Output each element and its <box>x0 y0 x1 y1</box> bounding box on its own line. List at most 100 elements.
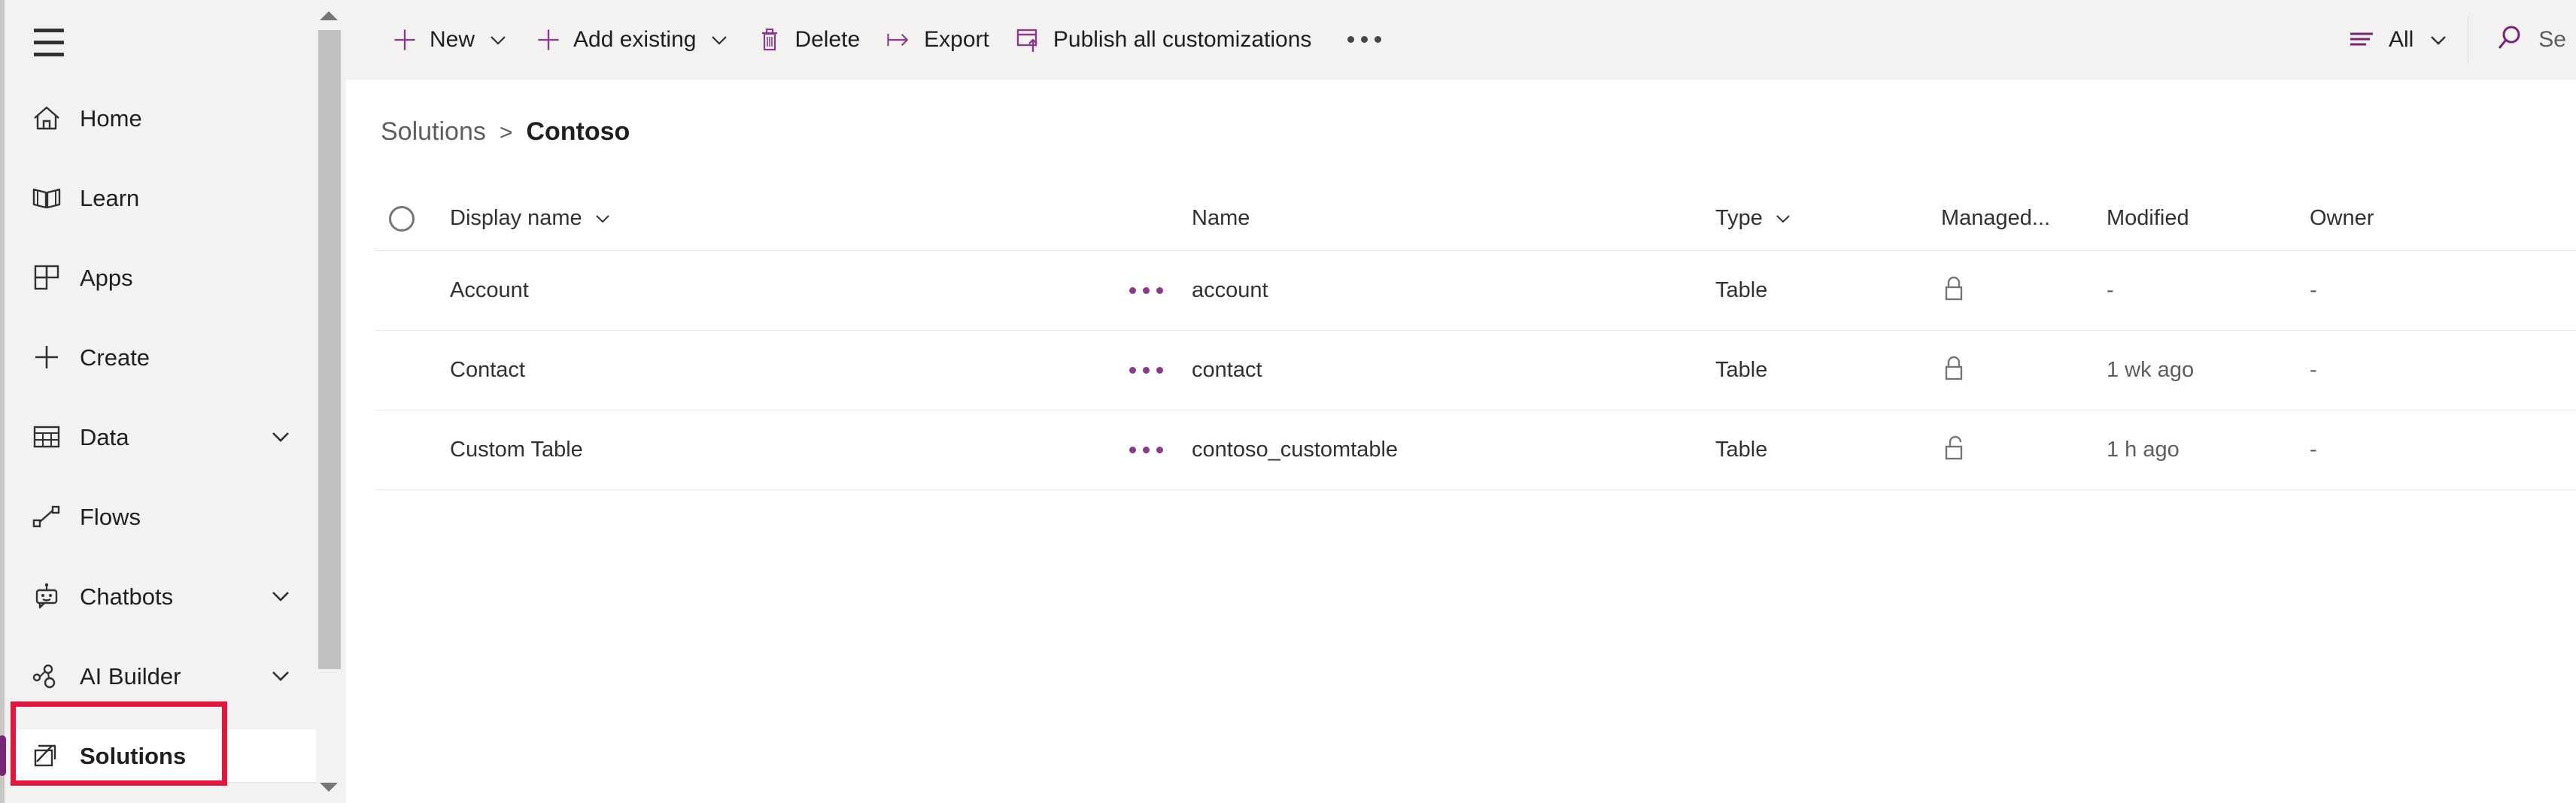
cell-modified: 1 h ago <box>2107 438 2180 462</box>
column-header-managed[interactable]: Managed... <box>1941 208 2107 229</box>
filter-label: All <box>2389 29 2413 51</box>
chevron-down-icon[interactable] <box>708 29 731 51</box>
search-icon <box>2495 23 2525 57</box>
cell-name: account <box>1192 278 1268 302</box>
sidebar-item-label: AI Builder <box>80 665 181 688</box>
hamburger-icon[interactable] <box>26 21 72 63</box>
breadcrumb-parent[interactable]: Solutions <box>381 119 486 144</box>
breadcrumb-separator: > <box>500 122 513 144</box>
table-icon <box>27 417 66 456</box>
table-row[interactable]: Contact contact Table 1 wk ago - <box>375 331 2576 411</box>
sidebar-item-label: Flows <box>80 505 141 529</box>
search-input[interactable]: Se <box>2473 10 2576 70</box>
plus-icon <box>27 338 66 377</box>
trash-icon <box>755 25 785 55</box>
sidebar-item-flows[interactable]: Flows <box>15 490 325 543</box>
column-label: Managed... <box>1941 208 2050 229</box>
column-header-owner[interactable]: Owner <box>2310 208 2505 229</box>
select-all-checkbox[interactable] <box>375 206 429 232</box>
cell-owner: - <box>2310 278 2317 302</box>
circle-checkbox-icon <box>389 206 415 232</box>
caret-up-icon[interactable] <box>316 3 342 29</box>
column-header-name[interactable]: Name <box>1192 208 1715 229</box>
search-placeholder: Se <box>2538 29 2566 51</box>
robot-icon <box>27 577 66 616</box>
sidebar-item-label: Create <box>80 346 150 369</box>
chevron-down-icon <box>2427 29 2450 51</box>
row-actions-button[interactable] <box>1129 287 1189 294</box>
row-actions-button[interactable] <box>1129 447 1189 453</box>
cell-type: Table <box>1715 278 1767 302</box>
sidebar-item-label: Data <box>80 426 129 449</box>
cell-display-name: Contact <box>450 359 1129 381</box>
chevron-down-icon <box>1773 209 1793 229</box>
plus-icon <box>533 25 564 55</box>
sidebar-item-apps[interactable]: Apps <box>15 251 325 304</box>
cell-owner: - <box>2310 358 2317 382</box>
toolbar-button-publish-all-customizations[interactable]: Publish all customizations <box>1001 13 1324 67</box>
sidebar-item-solutions[interactable]: Solutions <box>15 729 325 782</box>
toolbar-button-label: Delete <box>794 29 860 51</box>
flows-icon <box>27 497 66 536</box>
solution-objects-table: Display name Name Type <box>346 186 2576 490</box>
cell-type: Table <box>1715 358 1767 382</box>
app-root: Home Learn Apps Create Data Flows Chatbots AI B… <box>0 0 2576 803</box>
column-label: Name <box>1192 208 1250 229</box>
apps-grid-icon <box>27 258 66 297</box>
column-header-display-name[interactable]: Display name <box>450 208 612 229</box>
sidebar-item-label: Solutions <box>80 744 186 768</box>
caret-down-icon[interactable] <box>316 774 342 800</box>
breadcrumb: Solutions > Contoso <box>346 80 2576 144</box>
export-icon <box>884 25 914 55</box>
sidebar-item-home[interactable]: Home <box>15 92 325 144</box>
sidebar-item-label: Apps <box>80 266 133 289</box>
page-title: Contoso <box>526 119 630 144</box>
chevron-down-icon[interactable] <box>487 29 509 51</box>
scrollbar-thumb[interactable] <box>318 30 341 669</box>
toolbar-button-label: Publish all customizations <box>1053 29 1312 51</box>
book-icon <box>27 178 66 217</box>
table-header-row: Display name Name Type <box>375 186 2576 251</box>
view-filter-button[interactable]: All <box>2333 13 2463 67</box>
lock-closed-icon <box>1941 373 1967 386</box>
sidebar-item-learn[interactable]: Learn <box>15 171 325 224</box>
column-header-type[interactable]: Type <box>1715 208 1941 229</box>
lock-closed-icon <box>1941 293 1967 306</box>
selection-indicator <box>0 735 6 776</box>
cell-type: Table <box>1715 438 1767 462</box>
chevron-down-icon[interactable] <box>268 663 293 689</box>
column-label: Display name <box>450 208 582 229</box>
toolbar-button-add-existing[interactable]: Add existing <box>521 13 743 67</box>
sidebar-item-label: Chatbots <box>80 585 173 608</box>
chevron-down-icon[interactable] <box>268 583 293 609</box>
toolbar-button-label: Export <box>924 29 989 51</box>
toolbar-button-delete[interactable]: Delete <box>743 13 872 67</box>
sidebar-item-chatbots[interactable]: Chatbots <box>15 570 325 623</box>
sidebar-item-ai-builder[interactable]: AI Builder <box>15 650 325 702</box>
cell-name: contact <box>1192 358 1262 382</box>
plus-icon <box>390 25 420 55</box>
table-row[interactable]: AccountaccountTable-- <box>375 251 2576 331</box>
column-header-modified[interactable]: Modified <box>2107 208 2310 229</box>
toolbar-overflow-button[interactable] <box>1331 13 1398 67</box>
toolbar-button-label: Add existing <box>573 29 696 51</box>
publish-icon <box>1013 25 1043 55</box>
sidebar-item-label: Learn <box>80 186 139 210</box>
chevron-down-icon <box>593 209 612 229</box>
column-label: Modified <box>2107 208 2189 229</box>
table-row[interactable]: Custom Table contoso_customtable Table 1 h … <box>375 411 2576 490</box>
chevron-down-icon[interactable] <box>268 424 293 450</box>
toolbar-button-new[interactable]: New <box>378 13 521 67</box>
solutions-icon <box>27 736 66 775</box>
cell-modified: 1 wk ago <box>2107 358 2194 382</box>
filter-icon <box>2347 27 2377 53</box>
sidebar-item-data[interactable]: Data <box>15 411 325 463</box>
cell-name: contoso_customtable <box>1192 438 1398 462</box>
home-icon <box>27 98 66 138</box>
cell-display-name: Custom Table <box>450 439 1129 461</box>
sidebar-scrollbar[interactable] <box>316 0 342 803</box>
sidebar-item-create[interactable]: Create <box>15 331 325 383</box>
toolbar-button-export[interactable]: Export <box>872 13 1001 67</box>
sidebar-nav: Home Learn Apps Create Data Flows Chatbots AI B… <box>5 92 336 803</box>
row-actions-button[interactable] <box>1129 367 1189 374</box>
